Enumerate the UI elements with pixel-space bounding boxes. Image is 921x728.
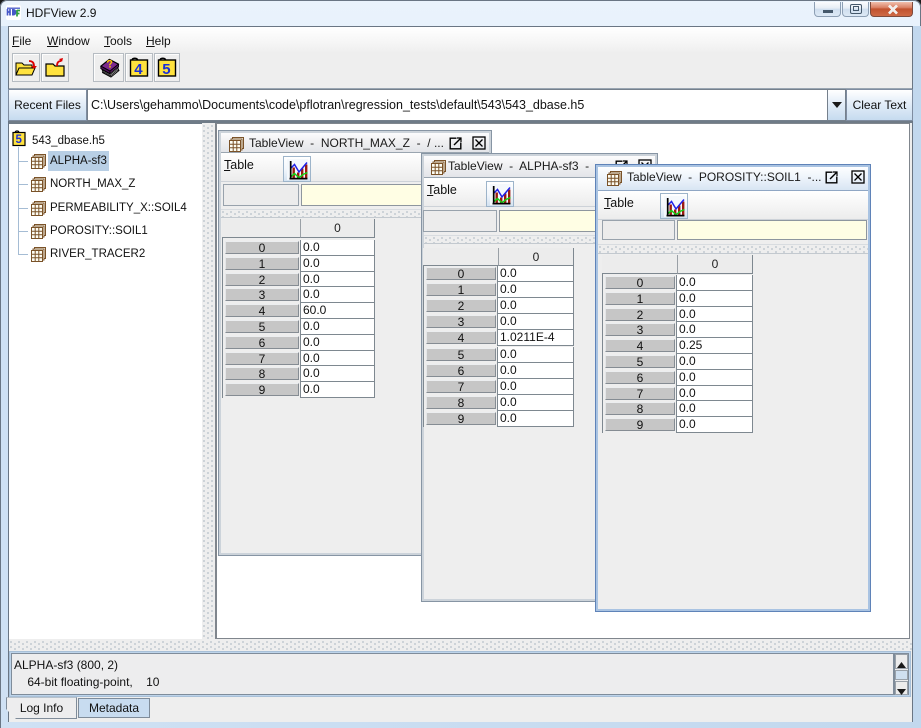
svg-text:5: 5 (16, 134, 23, 146)
svg-text:5: 5 (162, 61, 170, 78)
svg-text:4: 4 (134, 61, 143, 78)
svg-text:?: ? (106, 58, 115, 71)
